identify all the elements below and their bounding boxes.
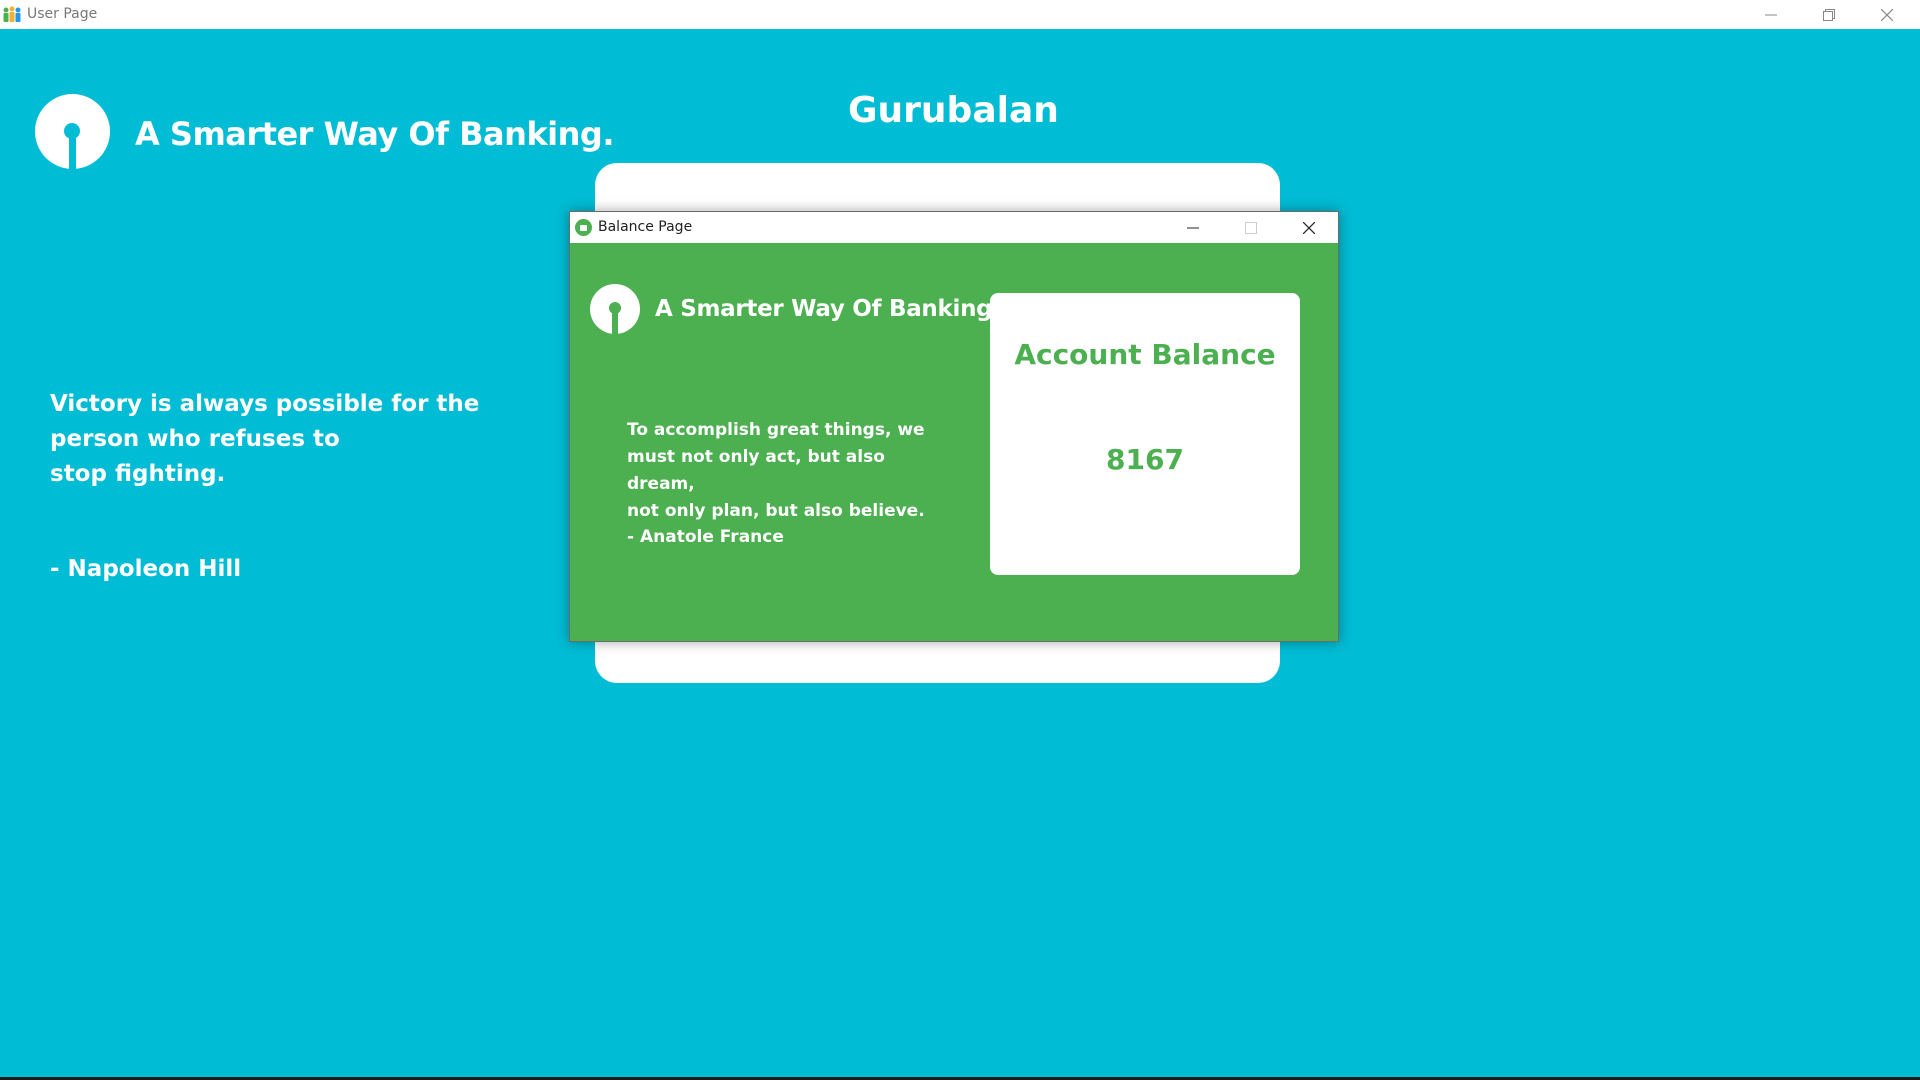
dialog-close-button[interactable] xyxy=(1280,212,1338,243)
balance-card: Account Balance 8167 xyxy=(990,293,1300,575)
restore-icon xyxy=(1823,8,1835,21)
close-button[interactable] xyxy=(1858,0,1916,29)
dialog-title: Balance Page xyxy=(598,219,693,235)
user-name-heading: Gurubalan xyxy=(848,90,1059,131)
balance-dialog: Balance Page A Smarter Way Of Banking. T… xyxy=(569,211,1339,642)
dialog-maximize-button[interactable] xyxy=(1222,212,1280,243)
quote-line: To accomplish great things, we xyxy=(627,420,925,440)
tagline: A Smarter Way Of Banking. xyxy=(135,115,614,153)
quote-line: must not only act, but also dream, xyxy=(627,447,885,494)
quote-line: not only plan, but also believe. xyxy=(627,501,925,521)
close-icon xyxy=(1303,221,1315,234)
main-titlebar: User Page xyxy=(0,0,1920,29)
balance-heading: Account Balance xyxy=(1014,338,1276,371)
dialog-quote-author: - Anatole France xyxy=(627,527,784,547)
lock-icon xyxy=(575,219,592,236)
restore-button[interactable] xyxy=(1800,0,1858,29)
window-title: User Page xyxy=(27,6,98,22)
dialog-quote-text: To accomplish great things, we must not … xyxy=(627,417,947,525)
minimize-icon xyxy=(1187,227,1199,228)
app-people-icon xyxy=(3,6,21,22)
balance-amount: 8167 xyxy=(1106,443,1184,476)
dialog-minimize-button[interactable] xyxy=(1164,212,1222,243)
dialog-tagline: A Smarter Way Of Banking. xyxy=(655,296,1001,322)
quote-line: stop fighting. xyxy=(50,461,226,487)
maximize-icon xyxy=(1245,221,1257,234)
quote-author: - Napoleon Hill xyxy=(50,556,242,582)
minimize-button[interactable] xyxy=(1742,0,1800,29)
quote-line: person who refuses to xyxy=(50,426,340,452)
quote-line: Victory is always possible for the xyxy=(50,391,480,417)
bank-logo-icon xyxy=(35,94,110,169)
bank-logo-icon xyxy=(590,284,640,334)
quote-text: Victory is always possible for the perso… xyxy=(50,387,480,492)
minimize-icon xyxy=(1765,14,1777,15)
close-icon xyxy=(1881,8,1893,21)
dialog-titlebar: Balance Page xyxy=(570,212,1338,243)
